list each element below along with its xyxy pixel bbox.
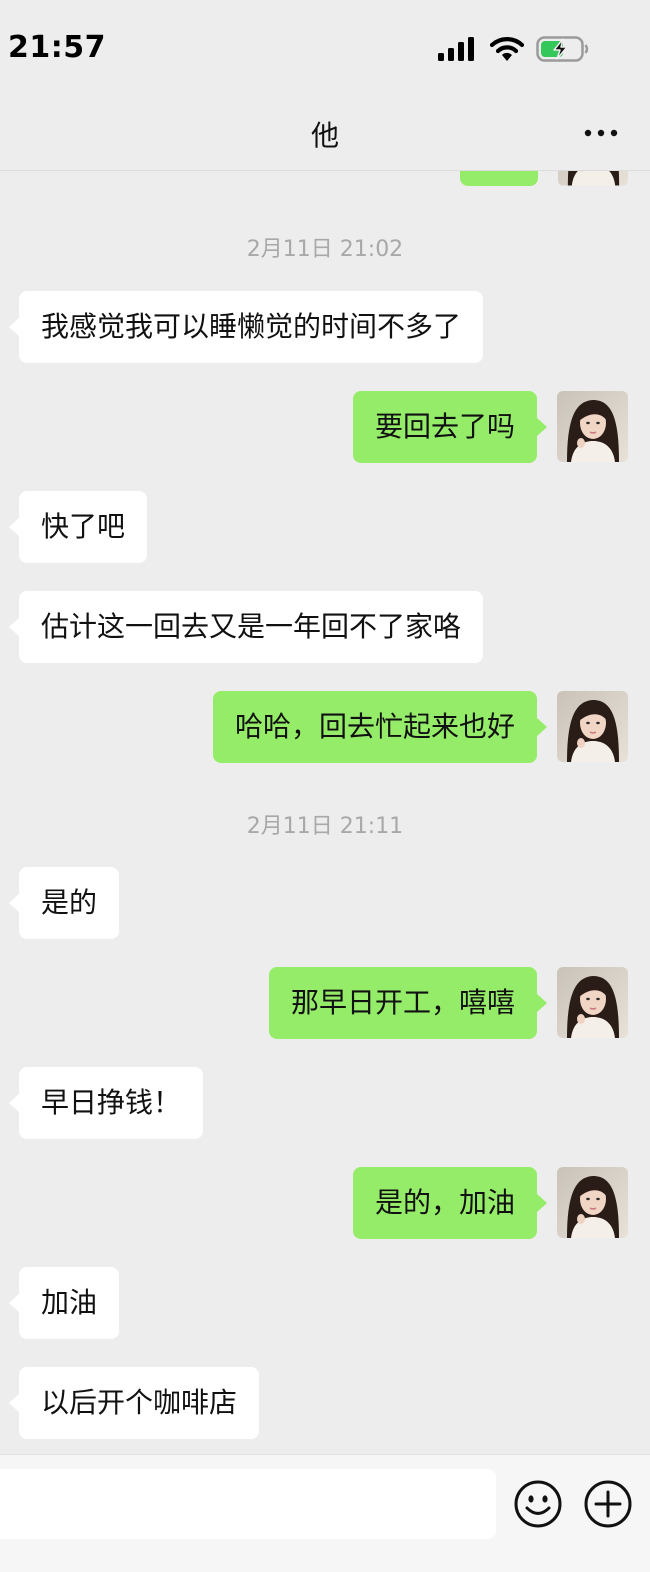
sent-message[interactable]: 要回去了吗: [352, 391, 548, 463]
more-icon[interactable]: [582, 118, 622, 148]
received-message[interactable]: 早日挣钱！: [8, 1067, 204, 1139]
status-time: 21:57: [8, 30, 106, 65]
status-icons: [438, 36, 590, 62]
received-message[interactable]: 我感觉我可以睡懒觉的时间不多了: [8, 291, 484, 363]
my-avatar[interactable]: [557, 391, 628, 462]
sent-message[interactable]: 是的，加油: [352, 1167, 548, 1239]
received-message[interactable]: 估计这一回去又是一年回不了家咯: [8, 591, 484, 663]
sent-message[interactable]: 那早日开工，嘻嘻: [268, 967, 548, 1039]
input-bar: [0, 1454, 650, 1572]
wifi-icon: [490, 37, 524, 61]
battery-charging-icon: [536, 36, 589, 62]
my-avatar[interactable]: [557, 691, 628, 762]
received-message[interactable]: 快了吧: [8, 491, 148, 563]
my-avatar[interactable]: [557, 1167, 628, 1238]
plus-circle-icon[interactable]: [583, 1479, 633, 1529]
message-input[interactable]: [0, 1469, 496, 1539]
message-timestamp: 2月11日 21:02: [246, 237, 404, 262]
my-avatar[interactable]: [557, 967, 628, 1038]
message-timestamp: 2月11日 21:11: [246, 814, 404, 839]
received-message[interactable]: 加油: [8, 1267, 120, 1339]
smiley-icon[interactable]: [513, 1479, 563, 1529]
chat-header: 他: [0, 100, 650, 171]
received-message[interactable]: 是的: [8, 867, 120, 939]
chat-screen: 2月11日 21:02 我感觉我可以睡懒觉的时间不多了 要回去了吗 快了吧 估计…: [0, 0, 650, 1572]
status-bar: 21:57: [0, 0, 650, 100]
received-message[interactable]: 以后开个咖啡店: [8, 1367, 260, 1439]
chat-title: 他: [310, 119, 339, 152]
message-list[interactable]: 2月11日 21:02 我感觉我可以睡懒觉的时间不多了 要回去了吗 快了吧 估计…: [0, 0, 650, 1454]
cellular-signal-icon: [438, 37, 474, 61]
sent-message[interactable]: 哈哈，回去忙起来也好: [212, 691, 548, 763]
